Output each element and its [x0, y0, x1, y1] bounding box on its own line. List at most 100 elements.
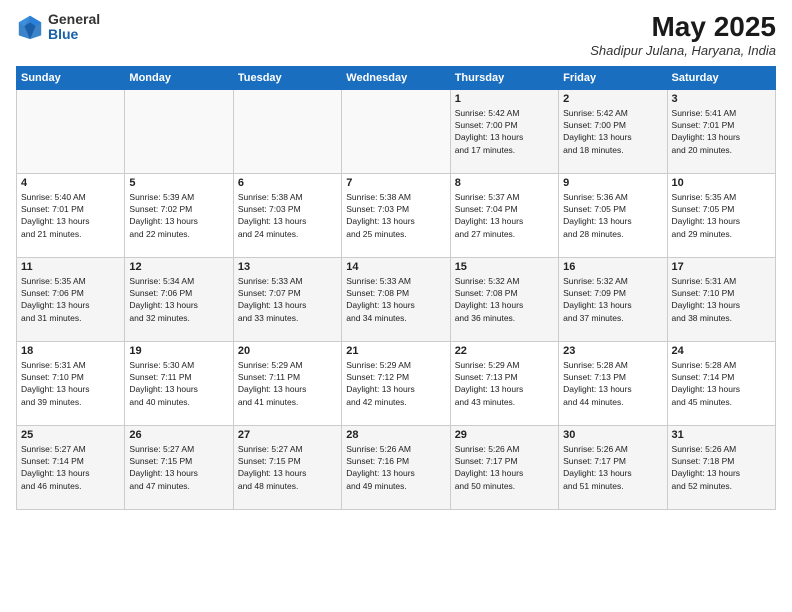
day-cell: 25Sunrise: 5:27 AMSunset: 7:14 PMDayligh… — [17, 425, 125, 509]
day-number: 5 — [129, 177, 228, 189]
day-number: 23 — [563, 345, 662, 357]
col-monday: Monday — [125, 66, 233, 89]
day-cell: 15 Sunrise: 5:32 AMSunset: 7:08 PMDayligh… — [450, 257, 558, 341]
logo-blue-text: Blue — [48, 27, 100, 42]
header: General Blue May 2025 Shadipur Julana, H… — [16, 12, 776, 58]
day-cell: 11Sunrise: 5:35 AMSunset: 7:06 PMDayligh… — [17, 257, 125, 341]
day-info: Sunrise: 5:27 AMSunset: 7:15 PMDaylight:… — [238, 443, 337, 492]
col-thursday: Thursday — [450, 66, 558, 89]
day-number: 14 — [346, 261, 445, 273]
calendar-header: Sunday Monday Tuesday Wednesday Thursday… — [17, 66, 776, 89]
day-cell: 29Sunrise: 5:26 AMSunset: 7:17 PMDayligh… — [450, 425, 558, 509]
day-number: 28 — [346, 429, 445, 441]
day-info: Sunrise: 5:29 AMSunset: 7:13 PMDaylight:… — [455, 359, 554, 408]
day-cell: 27Sunrise: 5:27 AMSunset: 7:15 PMDayligh… — [233, 425, 341, 509]
day-cell: 12Sunrise: 5:34 AMSunset: 7:06 PMDayligh… — [125, 257, 233, 341]
day-info: Sunrise: 5:36 AMSunset: 7:05 PMDaylight:… — [563, 191, 662, 240]
col-wednesday: Wednesday — [342, 66, 450, 89]
day-cell — [125, 89, 233, 173]
logo-general-text: General — [48, 12, 100, 27]
day-cell: 20 Sunrise: 5:29 AMSunset: 7:11 PMDayligh… — [233, 341, 341, 425]
day-number: 17 — [672, 261, 771, 273]
day-cell: 21Sunrise: 5:29 AMSunset: 7:12 PMDayligh… — [342, 341, 450, 425]
week-row-3: 11Sunrise: 5:35 AMSunset: 7:06 PMDayligh… — [17, 257, 776, 341]
day-cell: 4 Sunrise: 5:40 AMSunset: 7:01 PMDaylight… — [17, 173, 125, 257]
title-block: May 2025 Shadipur Julana, Haryana, India — [590, 12, 776, 58]
day-cell: 16 Sunrise: 5:32 AMSunset: 7:09 PMDayligh… — [559, 257, 667, 341]
week-row-1: 1 Sunrise: 5:42 AMSunset: 7:00 PMDaylight… — [17, 89, 776, 173]
day-info: Sunrise: 5:37 AMSunset: 7:04 PMDaylight:… — [455, 191, 554, 240]
col-tuesday: Tuesday — [233, 66, 341, 89]
day-cell — [17, 89, 125, 173]
day-cell: 31 Sunrise: 5:26 AMSunset: 7:18 PMDayligh… — [667, 425, 775, 509]
day-info: Sunrise: 5:32 AMSunset: 7:08 PMDaylight:… — [455, 275, 554, 324]
day-info: Sunrise: 5:29 AMSunset: 7:12 PMDaylight:… — [346, 359, 445, 408]
day-info: Sunrise: 5:26 AMSunset: 7:17 PMDaylight:… — [563, 443, 662, 492]
day-info: Sunrise: 5:39 AMSunset: 7:02 PMDaylight:… — [129, 191, 228, 240]
col-saturday: Saturday — [667, 66, 775, 89]
day-cell: 17 Sunrise: 5:31 AMSunset: 7:10 PMDayligh… — [667, 257, 775, 341]
day-number: 31 — [672, 429, 771, 441]
header-row: Sunday Monday Tuesday Wednesday Thursday… — [17, 66, 776, 89]
day-number: 26 — [129, 429, 228, 441]
day-info: Sunrise: 5:42 AMSunset: 7:00 PMDaylight:… — [563, 107, 662, 156]
day-cell: 9 Sunrise: 5:36 AMSunset: 7:05 PMDaylight… — [559, 173, 667, 257]
day-cell — [342, 89, 450, 173]
day-info: Sunrise: 5:28 AMSunset: 7:14 PMDaylight:… — [672, 359, 771, 408]
day-info: Sunrise: 5:27 AMSunset: 7:15 PMDaylight:… — [129, 443, 228, 492]
day-cell: 22Sunrise: 5:29 AMSunset: 7:13 PMDayligh… — [450, 341, 558, 425]
page: General Blue May 2025 Shadipur Julana, H… — [0, 0, 792, 612]
col-sunday: Sunday — [17, 66, 125, 89]
day-cell: 19 Sunrise: 5:30 AMSunset: 7:11 PMDayligh… — [125, 341, 233, 425]
week-row-5: 25Sunrise: 5:27 AMSunset: 7:14 PMDayligh… — [17, 425, 776, 509]
day-info: Sunrise: 5:28 AMSunset: 7:13 PMDaylight:… — [563, 359, 662, 408]
day-number: 6 — [238, 177, 337, 189]
day-info: Sunrise: 5:38 AMSunset: 7:03 PMDaylight:… — [346, 191, 445, 240]
day-cell: 14 Sunrise: 5:33 AMSunset: 7:08 PMDayligh… — [342, 257, 450, 341]
day-cell: 7 Sunrise: 5:38 AMSunset: 7:03 PMDaylight… — [342, 173, 450, 257]
day-cell: 24Sunrise: 5:28 AMSunset: 7:14 PMDayligh… — [667, 341, 775, 425]
day-number: 29 — [455, 429, 554, 441]
day-info: Sunrise: 5:40 AMSunset: 7:01 PMDaylight:… — [21, 191, 120, 240]
day-number: 1 — [455, 93, 554, 105]
week-row-2: 4 Sunrise: 5:40 AMSunset: 7:01 PMDaylight… — [17, 173, 776, 257]
day-number: 7 — [346, 177, 445, 189]
day-cell: 23 Sunrise: 5:28 AMSunset: 7:13 PMDayligh… — [559, 341, 667, 425]
day-info: Sunrise: 5:29 AMSunset: 7:11 PMDaylight:… — [238, 359, 337, 408]
day-cell: 13Sunrise: 5:33 AMSunset: 7:07 PMDayligh… — [233, 257, 341, 341]
day-info: Sunrise: 5:31 AMSunset: 7:10 PMDaylight:… — [672, 275, 771, 324]
day-number: 20 — [238, 345, 337, 357]
day-cell: 3Sunrise: 5:41 AMSunset: 7:01 PMDaylight… — [667, 89, 775, 173]
day-cell: 1Sunrise: 5:42 AMSunset: 7:00 PMDaylight… — [450, 89, 558, 173]
day-cell — [233, 89, 341, 173]
day-info: Sunrise: 5:41 AMSunset: 7:01 PMDaylight:… — [672, 107, 771, 156]
day-number: 16 — [563, 261, 662, 273]
day-number: 10 — [672, 177, 771, 189]
day-number: 2 — [563, 93, 662, 105]
week-row-4: 18Sunrise: 5:31 AMSunset: 7:10 PMDayligh… — [17, 341, 776, 425]
day-info: Sunrise: 5:31 AMSunset: 7:10 PMDaylight:… — [21, 359, 120, 408]
day-cell: 8 Sunrise: 5:37 AMSunset: 7:04 PMDaylight… — [450, 173, 558, 257]
day-cell: 30 Sunrise: 5:26 AMSunset: 7:17 PMDayligh… — [559, 425, 667, 509]
day-info: Sunrise: 5:26 AMSunset: 7:16 PMDaylight:… — [346, 443, 445, 492]
day-number: 30 — [563, 429, 662, 441]
location: Shadipur Julana, Haryana, India — [590, 43, 776, 58]
day-number: 15 — [455, 261, 554, 273]
day-cell: 18Sunrise: 5:31 AMSunset: 7:10 PMDayligh… — [17, 341, 125, 425]
day-info: Sunrise: 5:30 AMSunset: 7:11 PMDaylight:… — [129, 359, 228, 408]
month-title: May 2025 — [590, 12, 776, 43]
day-info: Sunrise: 5:33 AMSunset: 7:08 PMDaylight:… — [346, 275, 445, 324]
logo: General Blue — [16, 12, 100, 43]
calendar-body: 1 Sunrise: 5:42 AMSunset: 7:00 PMDaylight… — [17, 89, 776, 509]
day-info: Sunrise: 5:32 AMSunset: 7:09 PMDaylight:… — [563, 275, 662, 324]
day-info: Sunrise: 5:35 AMSunset: 7:06 PMDaylight:… — [21, 275, 120, 324]
day-cell: 2 Sunrise: 5:42 AMSunset: 7:00 PMDaylight… — [559, 89, 667, 173]
day-number: 19 — [129, 345, 228, 357]
day-cell: 6Sunrise: 5:38 AMSunset: 7:03 PMDaylight… — [233, 173, 341, 257]
day-number: 4 — [21, 177, 120, 189]
day-info: Sunrise: 5:26 AMSunset: 7:18 PMDaylight:… — [672, 443, 771, 492]
day-number: 12 — [129, 261, 228, 273]
day-number: 8 — [455, 177, 554, 189]
day-number: 13 — [238, 261, 337, 273]
day-number: 9 — [563, 177, 662, 189]
